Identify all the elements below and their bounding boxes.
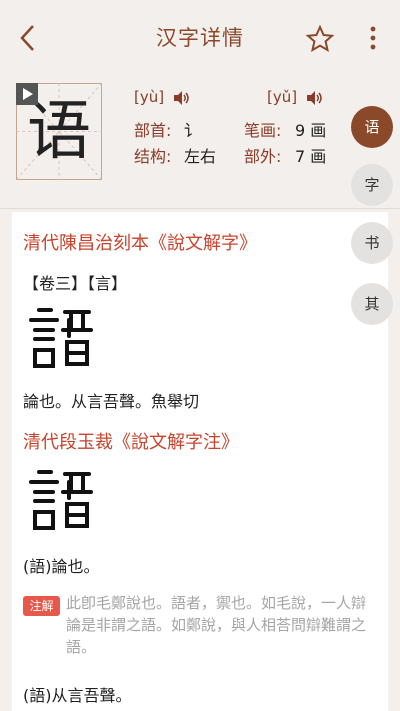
seal-script-glyph: [29, 308, 93, 368]
extra-strokes-label: 部外:: [244, 147, 282, 166]
radical-label: 部首:: [134, 121, 172, 140]
definition-duanzhu-2: (語)从言吾聲。: [23, 686, 132, 705]
structure-value: 左右: [184, 147, 217, 166]
section-title-shuowen: 清代陳昌治刻本《說文解字》: [23, 233, 257, 254]
annotation-text: 此卽毛鄭說也。語者，禦也。如毛說，一人辯論是非謂之語。如鄭說，與人相荅問辯難謂之…: [66, 594, 367, 656]
play-stroke-button[interactable]: [16, 83, 38, 105]
strokes-label: 笔画:: [244, 121, 282, 140]
more-menu-icon[interactable]: [365, 22, 381, 54]
tab-zi[interactable]: 字: [351, 164, 393, 206]
speaker-icon: [306, 90, 322, 105]
definition-shuowen: 論也。从言吾聲。魚舉切: [23, 392, 200, 411]
definition-duanzhu: (語)論也。: [23, 557, 100, 576]
section-title-duanzhu: 清代段玉裁《說文解字注》: [23, 432, 239, 453]
seal-script-glyph-2: [29, 470, 93, 530]
star-icon[interactable]: [305, 24, 335, 54]
radical-value: 讠: [184, 121, 201, 140]
tab-shu[interactable]: 书: [351, 222, 393, 264]
pinyin-text: [yù]: [134, 88, 165, 106]
page-title: 汉字详情: [156, 26, 244, 50]
tab-yu[interactable]: 语: [351, 106, 393, 148]
top-bar: 汉字详情: [0, 0, 400, 75]
pinyin-yu3[interactable]: [yǔ]: [267, 88, 324, 106]
pinyin-text: [yǔ]: [267, 88, 298, 106]
extra-strokes-value: 7 画: [295, 147, 327, 166]
volume-label: 【卷三】【言】: [23, 274, 128, 293]
play-icon: [23, 88, 33, 100]
structure-label: 结构:: [134, 147, 172, 166]
annotation-badge: 注解: [23, 596, 60, 616]
strokes-value: 9 画: [295, 121, 327, 140]
pinyin-yu4[interactable]: [yù]: [134, 88, 191, 106]
tab-qi[interactable]: 其: [351, 283, 393, 325]
speaker-icon: [173, 90, 189, 105]
